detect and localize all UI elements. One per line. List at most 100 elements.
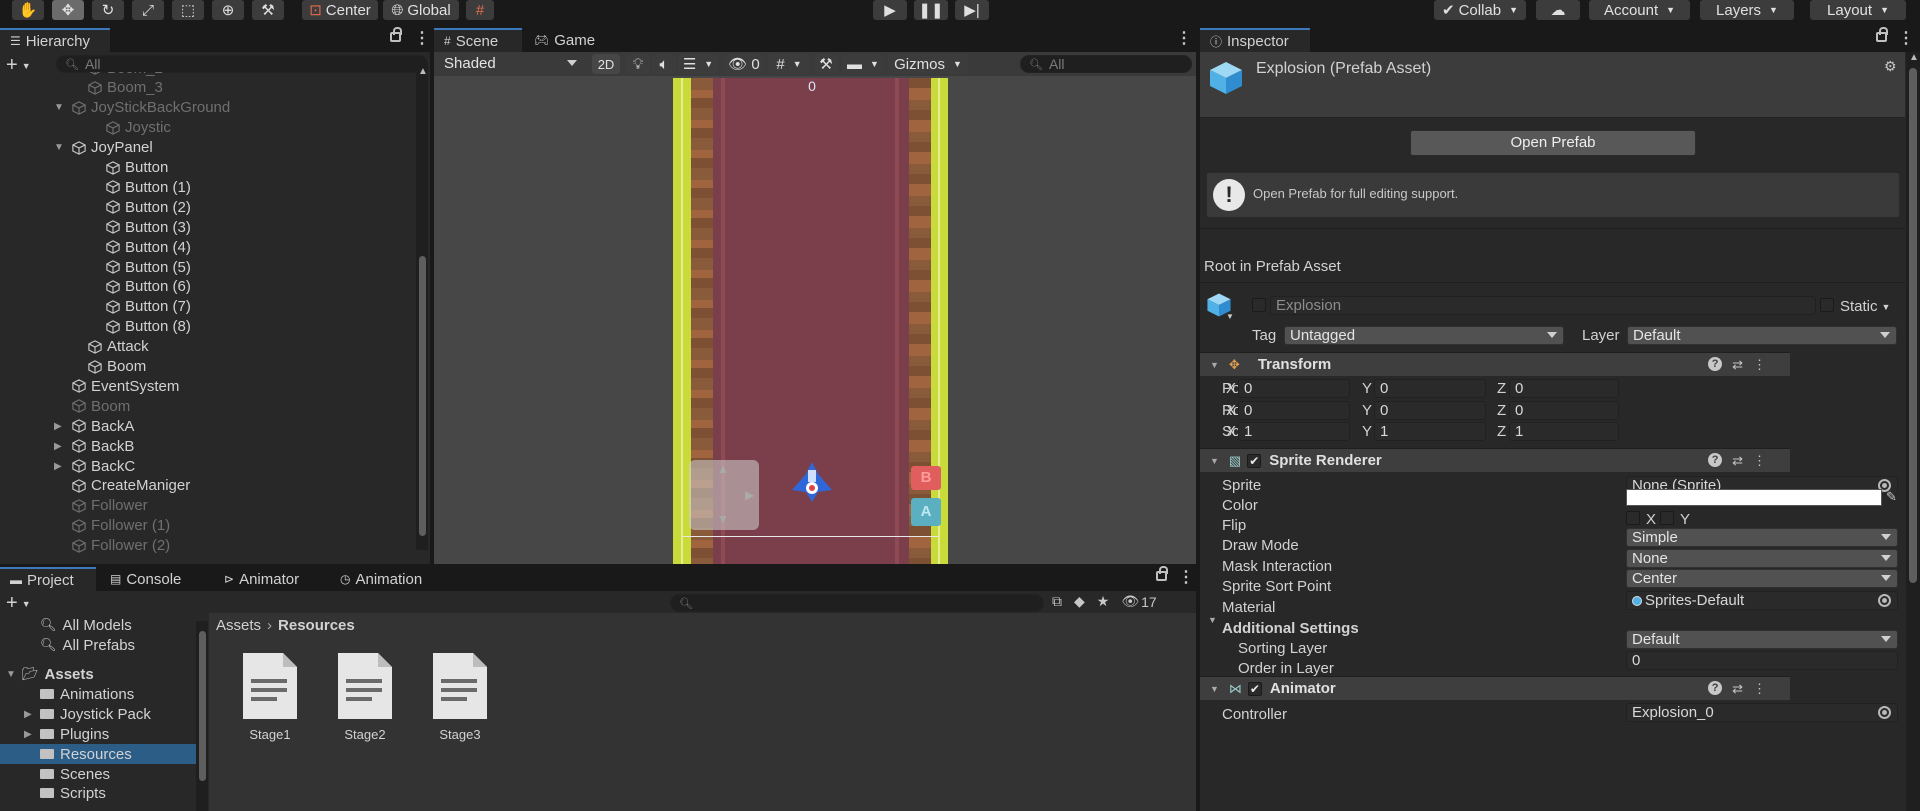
- sort-point-dropdown[interactable]: Center: [1626, 569, 1898, 588]
- position-x-field[interactable]: 0: [1238, 379, 1350, 398]
- star-icon[interactable]: ★: [1097, 593, 1110, 610]
- project-tree-item[interactable]: Scenes: [0, 764, 196, 784]
- hierarchy-item[interactable]: Boom: [72, 396, 130, 416]
- 2d-toggle[interactable]: 2D: [592, 54, 620, 74]
- foldout-right-icon[interactable]: ▶: [54, 461, 62, 472]
- preset-icon[interactable]: ⇄: [1732, 453, 1743, 469]
- panel-menu-icon[interactable]: ⋮: [414, 31, 430, 47]
- lock-icon[interactable]: [1876, 27, 1888, 42]
- scene-viewport[interactable]: 0 ▲ ▶ ▼ B A: [673, 78, 948, 564]
- flip-x-checkbox[interactable]: [1626, 511, 1640, 525]
- tools-toggle[interactable]: ⚒: [814, 54, 838, 74]
- asset-file-item[interactable]: Stage3: [425, 651, 495, 742]
- custom-tool-button[interactable]: ⚒: [252, 0, 284, 20]
- grid-dropdown[interactable]: # ▼: [768, 54, 810, 74]
- hierarchy-item[interactable]: Button (2): [106, 197, 191, 217]
- component-menu-icon[interactable]: ⋮: [1753, 453, 1766, 469]
- hierarchy-item[interactable]: ▶ BackB: [54, 436, 134, 456]
- axis-label[interactable]: Y: [1362, 423, 1372, 440]
- axis-label[interactable]: X: [1226, 423, 1236, 440]
- enabled-checkbox[interactable]: ✔: [1247, 681, 1262, 696]
- hierarchy-item[interactable]: Button (8): [106, 317, 191, 337]
- scene-search-input[interactable]: 🔍︎ All: [1020, 55, 1192, 73]
- hierarchy-item[interactable]: ▶ BackA: [54, 416, 134, 436]
- draw-mode-dropdown[interactable]: Simple: [1626, 528, 1898, 547]
- panel-menu-icon[interactable]: ⋮: [1176, 31, 1192, 47]
- joystick-background[interactable]: ▲ ▶ ▼: [689, 460, 759, 530]
- hierarchy-item[interactable]: Boom_3: [88, 78, 163, 98]
- filter-type-icon[interactable]: ⧉: [1052, 593, 1062, 610]
- asset-file-item[interactable]: Stage2: [330, 651, 400, 742]
- foldout-down-icon[interactable]: ▼: [1210, 684, 1219, 694]
- tab-scene[interactable]: # Scene: [434, 28, 522, 52]
- hand-tool-button[interactable]: ✋: [12, 0, 44, 20]
- foldout-down-icon[interactable]: ▼: [1208, 615, 1217, 625]
- hierarchy-item[interactable]: Boom: [88, 357, 146, 377]
- active-checkbox[interactable]: [1252, 298, 1266, 312]
- axis-label[interactable]: Z: [1497, 423, 1506, 440]
- scroll-up-icon[interactable]: ▲: [1909, 52, 1919, 63]
- pause-button[interactable]: ❚❚: [914, 0, 948, 20]
- rotation-x-field[interactable]: 0: [1238, 401, 1350, 420]
- cloud-button[interactable]: ☁: [1536, 0, 1580, 20]
- shading-mode-dropdown[interactable]: Shaded: [438, 54, 584, 73]
- breadcrumb-resources[interactable]: Resources: [278, 617, 355, 634]
- sprite-renderer-header[interactable]: ▼ ▧ ✔ Sprite Renderer ? ⇄ ⋮: [1200, 448, 1790, 472]
- inspector-scrollbar[interactable]: ▲: [1906, 52, 1920, 811]
- tab-hierarchy[interactable]: ☰ Hierarchy: [0, 28, 110, 52]
- project-tree-item[interactable]: ▶ Joystick Pack: [0, 704, 196, 724]
- flip-y-checkbox[interactable]: [1660, 511, 1674, 525]
- axis-label[interactable]: Y: [1362, 402, 1372, 419]
- eyedropper-icon[interactable]: ✎: [1886, 489, 1897, 505]
- foldout-down-icon[interactable]: ▼: [1210, 360, 1219, 370]
- project-tree-scrollbar[interactable]: [196, 621, 208, 811]
- hierarchy-item[interactable]: Joystic: [106, 118, 171, 138]
- tab-inspector[interactable]: ⓘ Inspector: [1200, 28, 1310, 52]
- gear-icon[interactable]: ⚙: [1884, 58, 1897, 75]
- layer-dropdown[interactable]: Default: [1627, 326, 1897, 345]
- hierarchy-item[interactable]: Button (5): [106, 257, 191, 277]
- tab-game[interactable]: 🎮︎ Game: [524, 28, 604, 52]
- hierarchy-item[interactable]: Attack: [88, 337, 149, 357]
- project-search-input[interactable]: 🔍︎: [670, 594, 1044, 612]
- hierarchy-item[interactable]: CreateManiger: [72, 476, 190, 496]
- transform-tool-button[interactable]: ⊕: [212, 0, 244, 20]
- scroll-up-icon[interactable]: ▲: [418, 66, 428, 77]
- foldout-right-icon[interactable]: ▶: [54, 421, 62, 432]
- hierarchy-item[interactable]: Button (7): [106, 297, 191, 317]
- lighting-toggle[interactable]: 💡︎: [626, 54, 650, 74]
- panel-menu-icon[interactable]: ⋮: [1178, 570, 1194, 586]
- mask-interaction-dropdown[interactable]: None: [1626, 549, 1898, 568]
- scale-tool-button[interactable]: ⤢: [132, 0, 164, 20]
- hierarchy-item[interactable]: Button: [106, 158, 168, 178]
- project-tree-item[interactable]: 🔍︎ All Prefabs: [0, 635, 196, 655]
- account-dropdown[interactable]: Account ▼: [1589, 0, 1690, 20]
- space-toggle[interactable]: 🌐︎ Global: [383, 0, 459, 20]
- camera-dropdown[interactable]: ▬ ▼: [842, 54, 884, 74]
- help-icon[interactable]: ?: [1708, 357, 1723, 371]
- tag-dropdown[interactable]: Untagged: [1284, 326, 1564, 345]
- label-icon[interactable]: ◆: [1074, 593, 1085, 610]
- foldout-down-icon[interactable]: ▼: [1210, 456, 1219, 466]
- rect-tool-button[interactable]: ⬚: [172, 0, 204, 20]
- breadcrumb-assets[interactable]: Assets: [216, 617, 261, 634]
- grid-snap-button[interactable]: #: [466, 0, 494, 20]
- foldout-down-icon[interactable]: ▼: [54, 102, 64, 113]
- pivot-toggle[interactable]: ⊡ Center: [302, 0, 378, 20]
- scrollbar-thumb[interactable]: [199, 631, 206, 781]
- hierarchy-item[interactable]: ▶ BackC: [54, 456, 135, 476]
- object-picker-icon[interactable]: [1878, 594, 1891, 607]
- chevron-down-icon[interactable]: ▼: [1226, 312, 1234, 321]
- hierarchy-item[interactable]: Button (3): [106, 217, 191, 237]
- project-tree-item[interactable]: 🔍︎ All Models: [0, 615, 196, 635]
- lock-icon[interactable]: [390, 27, 402, 42]
- open-prefab-button[interactable]: Open Prefab: [1410, 130, 1696, 156]
- color-swatch[interactable]: [1626, 489, 1882, 506]
- project-tree-item[interactable]: Animations: [0, 684, 196, 704]
- rotation-y-field[interactable]: 0: [1374, 401, 1486, 420]
- sorting-layer-dropdown[interactable]: Default: [1626, 630, 1898, 649]
- step-button[interactable]: ▶|: [955, 0, 989, 20]
- order-in-layer-field[interactable]: 0: [1626, 651, 1898, 670]
- project-tree-item[interactable]: ▼ 📂︎ Assets: [0, 664, 196, 684]
- hidden-objects-toggle[interactable]: 👁︎ 0: [724, 54, 764, 74]
